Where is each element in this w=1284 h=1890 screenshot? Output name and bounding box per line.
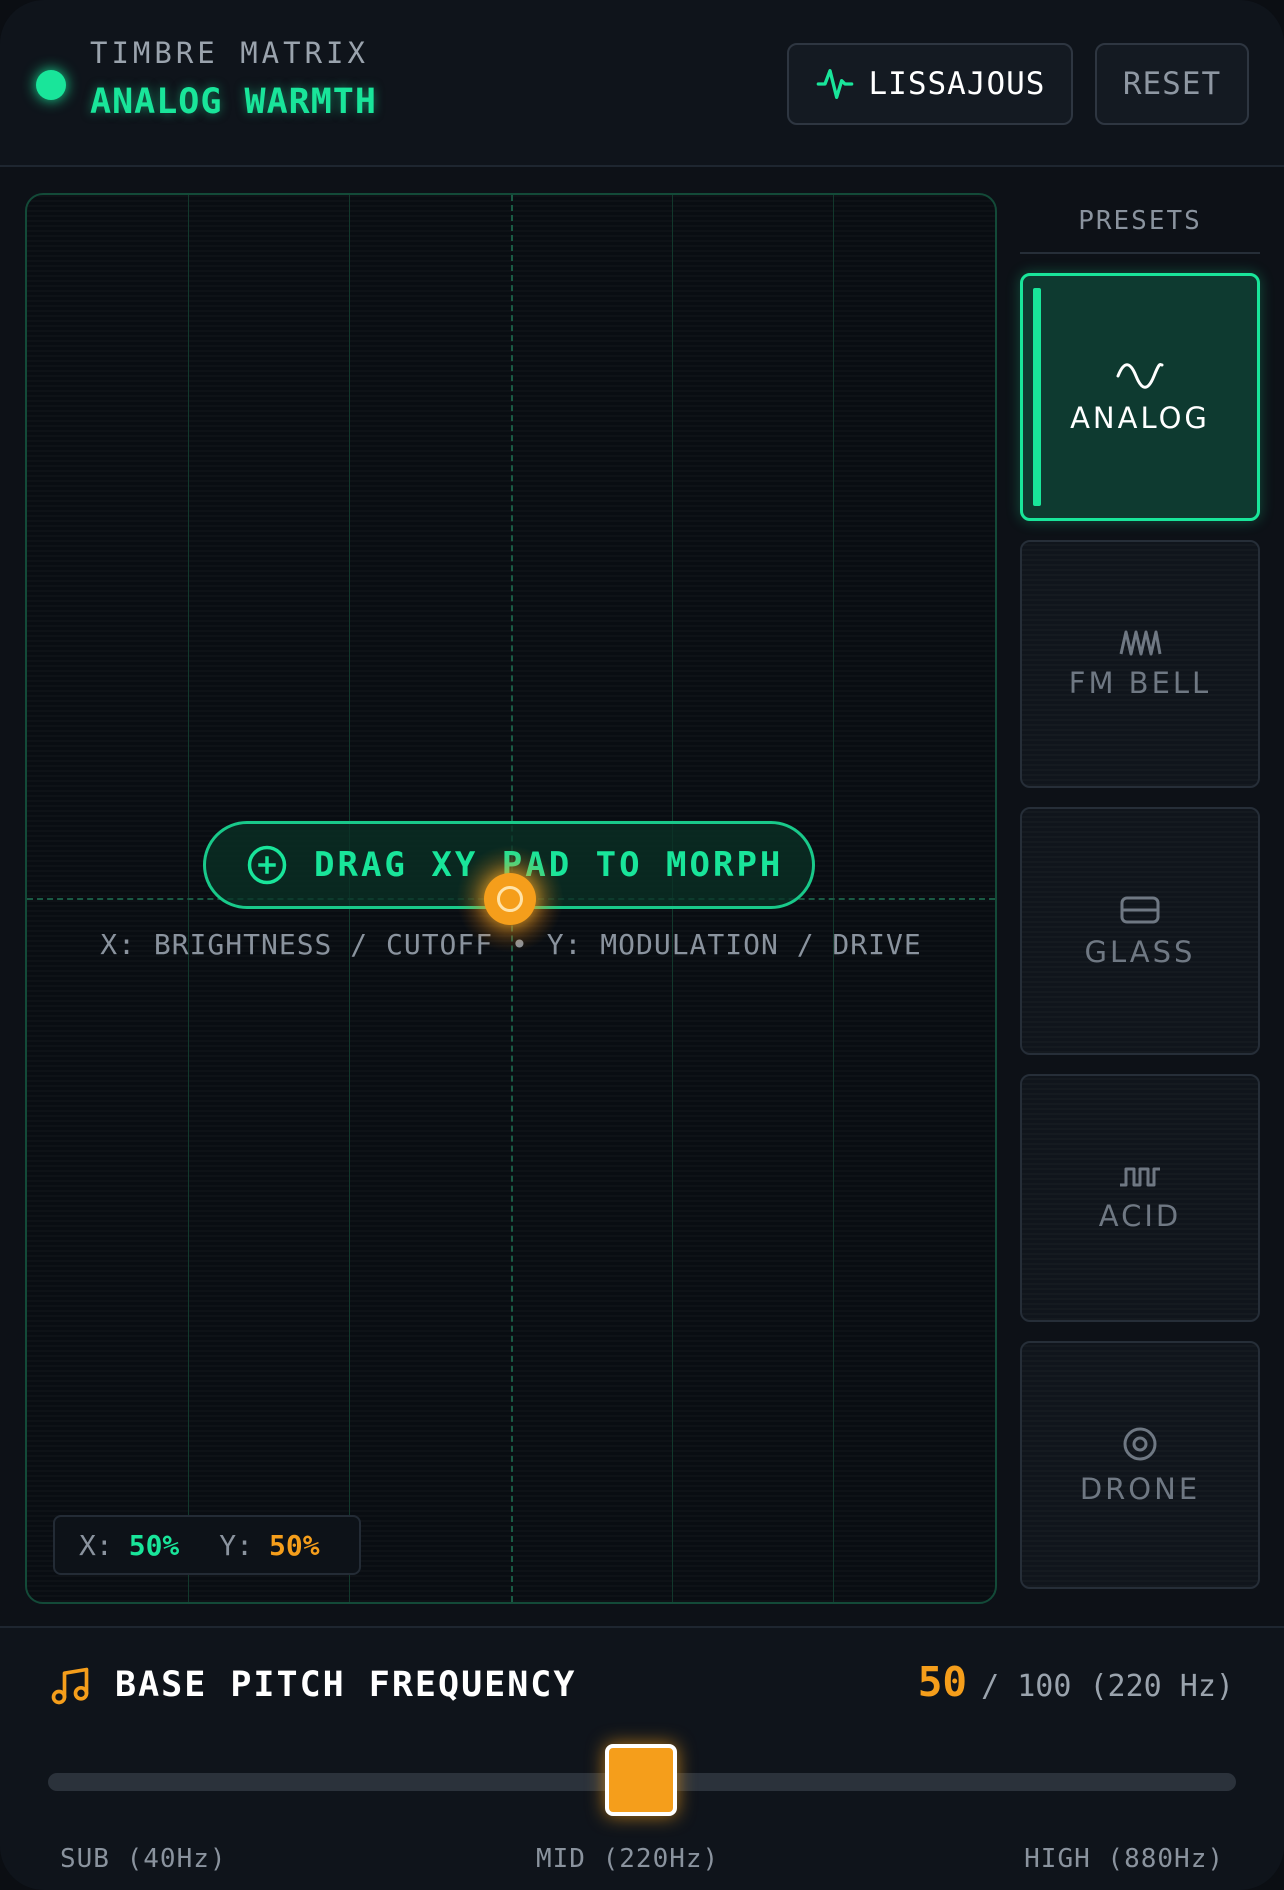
lissajous-label: LISSAJOUS — [868, 66, 1046, 102]
preset-glass[interactable]: GLASS — [1020, 807, 1260, 1055]
y-readout-value: 50% — [269, 1528, 320, 1562]
x-readout-label: X: — [79, 1528, 113, 1562]
presets-divider — [1020, 252, 1260, 254]
preset-label: ANALOG — [1070, 401, 1210, 435]
sine-wave-icon — [1116, 363, 1164, 389]
preset-label: DRONE — [1079, 1472, 1201, 1506]
preset-acid[interactable]: ACID — [1020, 1074, 1260, 1322]
app-frame: TIMBRE MATRIX ANALOG WARMTH LISSAJOUS RE… — [0, 0, 1284, 1890]
pitch-value-number: 50 — [917, 1658, 968, 1706]
glass-pane-icon — [1120, 896, 1160, 924]
xy-pad[interactable]: DRAG XY PAD TO MORPH X: BRIGHTNESS / CUT… — [25, 193, 997, 1604]
pitch-value: 50 / 100 (220 Hz) — [918, 1658, 1234, 1706]
preset-label: GLASS — [1084, 935, 1196, 969]
concentric-circle-icon — [1123, 1427, 1157, 1461]
music-note-icon — [51, 1667, 89, 1705]
preset-label: FM BELL — [1068, 666, 1212, 700]
status-indicator — [36, 70, 66, 100]
header: TIMBRE MATRIX ANALOG WARMTH LISSAJOUS RE… — [0, 0, 1284, 167]
lissajous-button[interactable]: LISSAJOUS — [787, 43, 1073, 125]
y-readout-label: Y: — [219, 1528, 254, 1562]
pitch-panel: BASE PITCH FREQUENCY 50 / 100 (220 Hz) S… — [0, 1626, 1284, 1890]
zigzag-wave-icon — [1119, 630, 1162, 656]
pulse-icon — [816, 69, 853, 100]
tick-mid: MID (220Hz) — [536, 1844, 720, 1874]
reset-button[interactable]: RESET — [1095, 43, 1249, 125]
preset-fm-bell[interactable]: FM BELL — [1020, 540, 1260, 788]
pitch-slider-thumb[interactable] — [605, 1744, 677, 1816]
x-readout-value: 50% — [128, 1528, 180, 1562]
preset-analog[interactable]: ANALOG — [1020, 273, 1260, 521]
plus-circle-icon — [247, 845, 287, 885]
preset-drone[interactable]: DRONE — [1020, 1341, 1260, 1589]
app-subtitle: TIMBRE MATRIX — [90, 36, 369, 70]
active-indicator — [1033, 288, 1041, 506]
tick-sub: SUB (40Hz) — [60, 1844, 227, 1874]
presets-heading: PRESETS — [1078, 206, 1202, 236]
square-wave-icon — [1120, 1167, 1160, 1187]
xy-readout: X: 50% Y: 50% — [53, 1515, 361, 1575]
tick-high: HIGH (880Hz) — [1024, 1844, 1224, 1874]
pitch-value-range: / 100 (220 Hz) — [981, 1669, 1234, 1704]
pitch-title: BASE PITCH FREQUENCY — [115, 1665, 577, 1705]
patch-title: ANALOG WARMTH — [90, 82, 377, 122]
preset-label: ACID — [1098, 1199, 1182, 1233]
xy-cursor-handle[interactable] — [484, 873, 536, 925]
